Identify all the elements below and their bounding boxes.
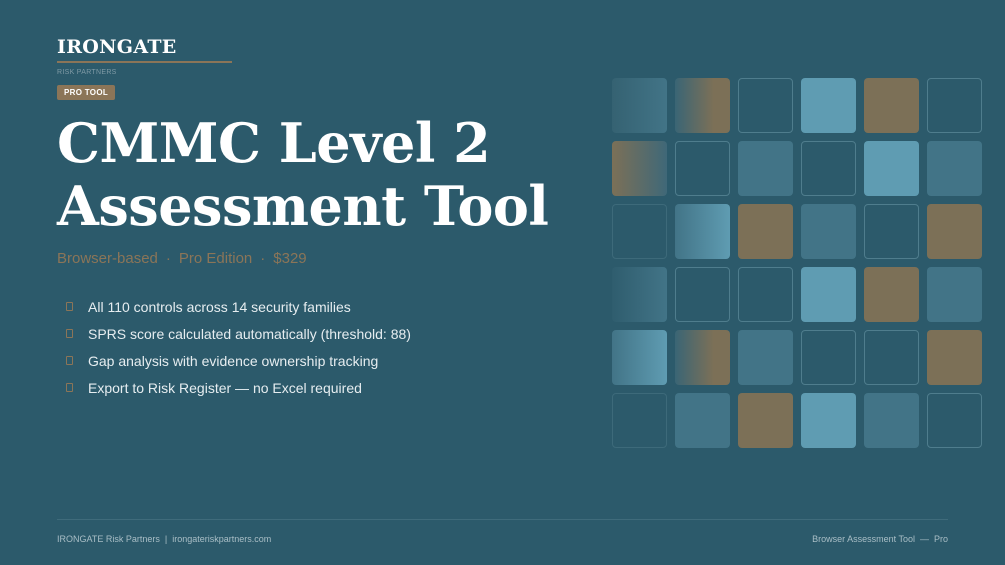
title-line-2: Assessment Tool [57, 174, 549, 238]
brand-name: IRONGATE [57, 36, 177, 58]
feature-item: All 110 controls across 14 security fami… [66, 293, 411, 320]
decorative-tile [675, 141, 730, 196]
checkbox-icon [66, 329, 73, 338]
decorative-tile [801, 78, 856, 133]
footer-company: IRONGATE Risk Partners [57, 534, 160, 544]
decorative-tile [864, 267, 919, 322]
decorative-tile [675, 204, 730, 259]
decorative-tile [612, 267, 667, 322]
decorative-tile [738, 141, 793, 196]
brand-subtitle: RISK PARTNERS [57, 69, 117, 76]
decorative-tile [801, 204, 856, 259]
pro-tool-badge: PRO TOOL [57, 85, 116, 100]
page-title: CMMC Level 2 Assessment Tool [57, 112, 577, 238]
product-subtitle: Browser-based · Pro Edition · $329 [57, 250, 307, 267]
title-line-1: CMMC Level 2 [57, 111, 491, 175]
footer-right: Browser Assessment Tool — Pro [812, 534, 948, 544]
decorative-tile [738, 330, 793, 385]
feature-text: All 110 controls across 14 security fami… [88, 298, 351, 315]
decorative-tile [927, 267, 982, 322]
feature-text: Gap analysis with evidence ownership tra… [88, 352, 379, 369]
subtitle-edition: Pro Edition [178, 250, 253, 267]
decorative-tile-grid [612, 78, 982, 448]
decorative-tile [675, 330, 730, 385]
decorative-tile [612, 330, 667, 385]
feature-item: SPRS score calculated automatically (thr… [66, 320, 411, 347]
decorative-tile [738, 267, 793, 322]
feature-item: Gap analysis with evidence ownership tra… [66, 347, 411, 374]
decorative-tile [675, 267, 730, 322]
subtitle-separator: · [165, 250, 171, 267]
decorative-tile [675, 393, 730, 448]
decorative-tile [927, 393, 982, 448]
footer-left: IRONGATE Risk Partners | irongateriskpartn… [57, 534, 271, 544]
brand-divider [57, 61, 232, 63]
decorative-tile [864, 330, 919, 385]
checkbox-icon [66, 356, 73, 365]
subtitle-separator: · [260, 250, 266, 267]
decorative-tile [738, 78, 793, 133]
decorative-tile [801, 330, 856, 385]
decorative-tile [612, 141, 667, 196]
footer-separator: — [919, 534, 929, 544]
brand-logo: IRONGATE RISK PARTNERS [57, 36, 232, 76]
decorative-tile [864, 78, 919, 133]
footer-product: Browser Assessment Tool [812, 534, 915, 544]
decorative-tile [927, 330, 982, 385]
feature-text: Export to Risk Register — no Excel requi… [88, 379, 362, 396]
decorative-tile [864, 204, 919, 259]
decorative-tile [864, 141, 919, 196]
decorative-tile [612, 204, 667, 259]
footer-separator: | [164, 534, 168, 544]
decorative-tile [612, 78, 667, 133]
decorative-tile [927, 204, 982, 259]
feature-item: Export to Risk Register — no Excel requi… [66, 374, 411, 401]
decorative-tile [864, 393, 919, 448]
decorative-tile [927, 78, 982, 133]
subtitle-format: Browser-based [57, 250, 158, 267]
checkbox-icon [66, 302, 73, 311]
checkbox-icon [66, 383, 73, 392]
subtitle-price: $329 [273, 250, 307, 267]
feature-text: SPRS score calculated automatically (thr… [88, 325, 411, 342]
decorative-tile [675, 78, 730, 133]
decorative-tile [738, 204, 793, 259]
decorative-tile [927, 141, 982, 196]
footer-edition: Pro [933, 534, 948, 544]
decorative-tile [801, 141, 856, 196]
footer-divider [57, 519, 948, 520]
decorative-tile [612, 393, 667, 448]
footer-url: irongateriskpartners.com [172, 534, 272, 544]
feature-list: All 110 controls across 14 security fami… [66, 293, 411, 401]
decorative-tile [801, 267, 856, 322]
decorative-tile [738, 393, 793, 448]
decorative-tile [801, 393, 856, 448]
